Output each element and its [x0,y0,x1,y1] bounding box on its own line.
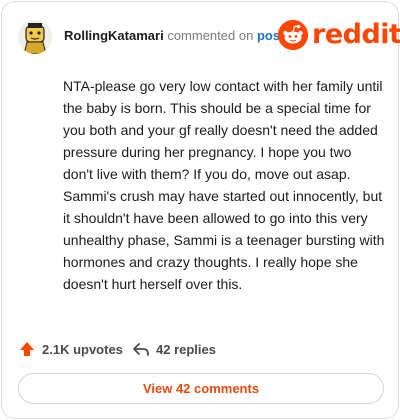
reddit-logo[interactable]: reddit [278,19,400,52]
avatar-icon [18,20,52,54]
reply-count: 42 replies [156,341,216,357]
upvote-arrow-icon [20,342,34,356]
comment-actions: 2.1K upvotes 42 replies [18,338,378,360]
reply-arrow-icon [133,343,149,356]
upvote-button[interactable]: 2.1K upvotes [18,338,123,360]
comment-body: NTA-please go very low contact with her … [63,78,385,292]
upvote-count: 2.1K upvotes [42,341,123,357]
comment-card: RollingKatamari commented on post reddit… [1,1,400,419]
action-text: commented on [167,28,254,43]
reddit-logo-icon [278,20,308,50]
username-link[interactable]: RollingKatamari [64,28,164,43]
reddit-wordmark: reddit [312,19,400,50]
user-avatar[interactable] [18,20,52,54]
comment-header: RollingKatamari commented on post reddit [18,16,400,56]
reply-button[interactable]: 42 replies [132,338,216,360]
view-comments-button[interactable]: View 42 comments [18,373,384,404]
comment-meta: RollingKatamari commented on post [64,28,284,44]
